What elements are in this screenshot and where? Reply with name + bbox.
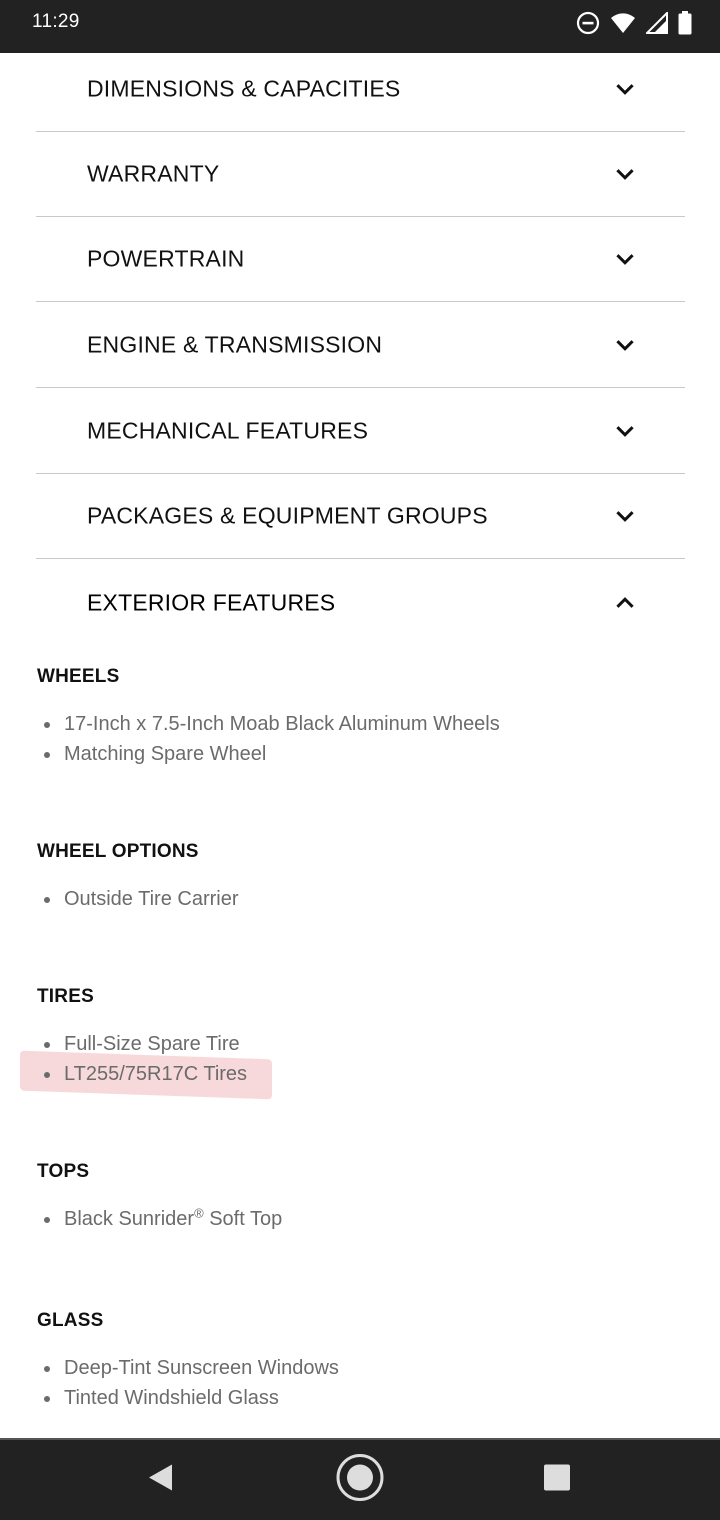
- back-icon[interactable]: [146, 1463, 174, 1498]
- chevron-down-icon: [616, 254, 634, 265]
- chevron-down-icon: [616, 169, 634, 180]
- navigation-bar: [0, 1438, 720, 1520]
- wheels-list: 17-Inch x 7.5-Inch Moab Black Aluminum W…: [37, 709, 500, 769]
- signal-icon: [646, 12, 668, 34]
- status-time: 11:29: [32, 11, 80, 32]
- wifi-icon: [610, 12, 636, 34]
- chevron-up-icon: [616, 596, 634, 608]
- accordion-label: ENGINE & TRANSMISSION: [87, 331, 383, 358]
- list-item: Black Sunrider® Soft Top: [37, 1204, 282, 1234]
- accordion-label: DIMENSIONS & CAPACITIES: [87, 75, 401, 102]
- list-item: Deep-Tint Sunscreen Windows: [37, 1353, 339, 1383]
- list-item: Full-Size Spare Tire: [37, 1029, 247, 1059]
- status-bar: 11:29: [0, 0, 720, 53]
- list-item-text: Soft Top: [209, 1208, 283, 1230]
- list-item-text: Black Sunrider: [64, 1208, 195, 1230]
- tops-list: Black Sunrider® Soft Top: [37, 1204, 282, 1234]
- accordion-engine-transmission[interactable]: ENGINE & TRANSMISSION: [36, 303, 685, 388]
- glass-list: Deep-Tint Sunscreen Windows Tinted Winds…: [37, 1353, 339, 1413]
- specs-content[interactable]: DIMENSIONS & CAPACITIES WARRANTY POWERTR…: [0, 53, 720, 1438]
- status-icons: [576, 10, 692, 36]
- accordion-label: WARRANTY: [87, 160, 220, 187]
- chevron-down-icon: [616, 511, 634, 522]
- list-item: Outside Tire Carrier: [37, 884, 239, 914]
- list-item-highlighted: LT255/75R17C Tires: [37, 1059, 247, 1089]
- section-title-tops: TOPS: [37, 1161, 90, 1182]
- section-title-tires: TIRES: [37, 986, 94, 1007]
- home-icon[interactable]: [335, 1453, 385, 1508]
- list-item: Matching Spare Wheel: [37, 739, 500, 769]
- section-title-wheel-options: WHEEL OPTIONS: [37, 841, 199, 862]
- section-title-glass: GLASS: [37, 1310, 104, 1331]
- accordion-packages-equipment-groups[interactable]: PACKAGES & EQUIPMENT GROUPS: [36, 474, 685, 559]
- accordion-dimensions-capacities[interactable]: DIMENSIONS & CAPACITIES: [36, 53, 685, 132]
- accordion-label: POWERTRAIN: [87, 245, 245, 272]
- registered-mark: ®: [194, 1205, 204, 1221]
- accordion-label: PACKAGES & EQUIPMENT GROUPS: [87, 502, 488, 529]
- wheel-options-list: Outside Tire Carrier: [37, 884, 239, 914]
- list-item: Tinted Windshield Glass: [37, 1383, 339, 1413]
- accordion-warranty[interactable]: WARRANTY: [36, 132, 685, 217]
- recents-icon[interactable]: [543, 1464, 571, 1497]
- accordion-mechanical-features[interactable]: MECHANICAL FEATURES: [36, 389, 685, 474]
- chevron-down-icon: [616, 426, 634, 437]
- section-title-wheels: WHEELS: [37, 666, 120, 687]
- chevron-down-icon: [616, 84, 634, 95]
- accordion-exterior-features[interactable]: EXTERIOR FEATURES: [36, 560, 685, 645]
- battery-icon: [678, 11, 692, 35]
- accordion-powertrain[interactable]: POWERTRAIN: [36, 217, 685, 302]
- accordion-label: EXTERIOR FEATURES: [87, 589, 336, 615]
- do-not-disturb-icon: [576, 11, 600, 35]
- chevron-down-icon: [616, 340, 634, 351]
- accordion-label: MECHANICAL FEATURES: [87, 417, 369, 444]
- list-item: 17-Inch x 7.5-Inch Moab Black Aluminum W…: [37, 709, 500, 739]
- tires-list: Full-Size Spare Tire LT255/75R17C Tires: [37, 1029, 247, 1089]
